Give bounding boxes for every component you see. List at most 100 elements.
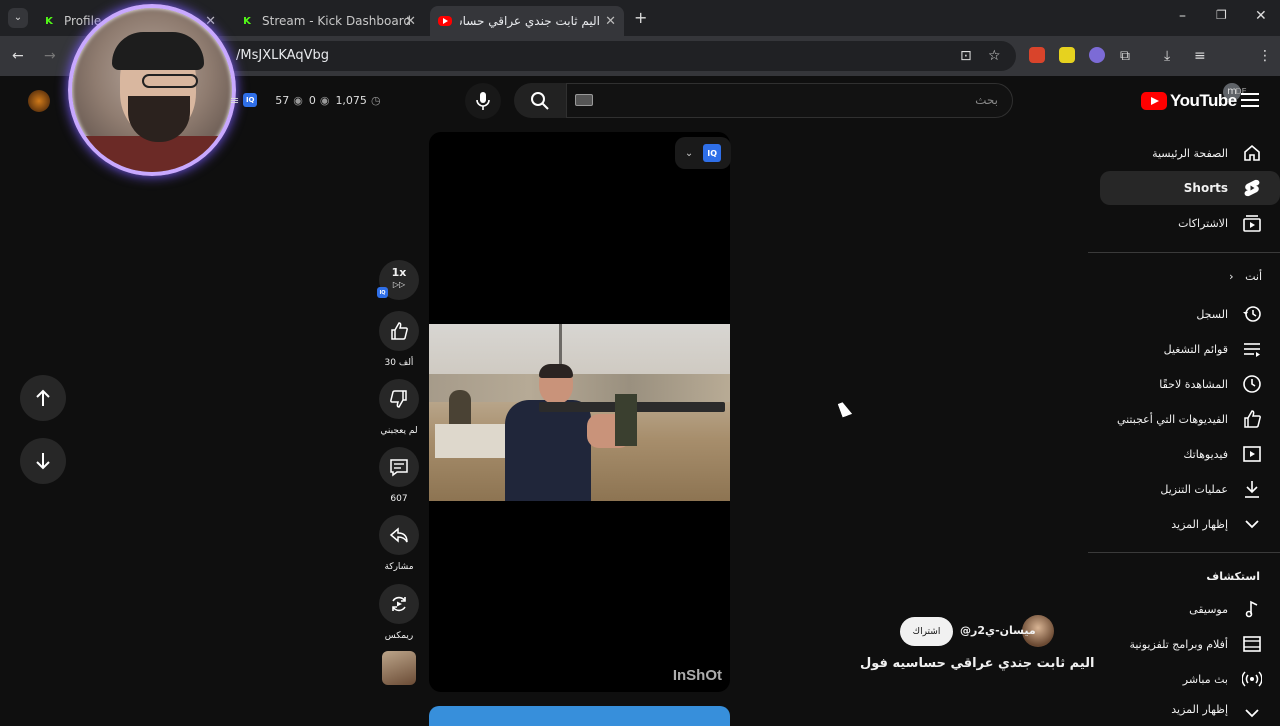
total-count: 1,075 xyxy=(335,93,367,107)
playlists-icon xyxy=(1242,339,1262,359)
tab-search-button[interactable]: ⌄ xyxy=(8,8,28,28)
sidebar-section-you[interactable]: › أنت xyxy=(1200,270,1262,283)
search-input[interactable]: بحث xyxy=(566,83,1013,118)
tab-title: Stream - Kick Dashboard xyxy=(262,14,412,28)
install-app-icon[interactable]: ⊡ xyxy=(960,48,972,64)
new-tab-button[interactable]: + xyxy=(634,8,647,27)
thumbs-up-icon xyxy=(391,322,408,340)
back-icon[interactable]: ← xyxy=(12,48,24,64)
minimize-icon[interactable]: – xyxy=(1179,8,1186,24)
like-count: 30 ألف xyxy=(384,358,414,368)
next-short-button[interactable] xyxy=(20,438,66,484)
chevron-icon: › xyxy=(1229,270,1234,283)
voice-search-button[interactable] xyxy=(465,83,501,119)
channel-name[interactable]: @ميسان-ي2ر xyxy=(960,624,1036,637)
remix-button[interactable] xyxy=(379,584,419,624)
menu-kebab-icon[interactable]: ⋮ xyxy=(1258,48,1272,64)
comments-button[interactable] xyxy=(379,447,419,487)
sidebar-item-label: قوائم التشغيل xyxy=(1163,342,1228,356)
viewer-count: 57 xyxy=(275,93,290,107)
sidebar-item-live[interactable]: بث مباشر xyxy=(1100,662,1280,696)
sidebar-item-label: السجل xyxy=(1196,307,1228,321)
sidebar-item-label: فيديوهاتك xyxy=(1183,447,1228,461)
stream-stats-overlay: ≡ IQ 57 ◉ 0 ◉ 1,075 ◷ xyxy=(230,90,381,110)
share-button[interactable] xyxy=(379,515,419,555)
youtube-play-icon xyxy=(1141,92,1167,110)
sidebar-item-label: الفيديوهات التي أعجبتني xyxy=(1116,412,1228,426)
search-icon xyxy=(531,91,549,110)
sidebar-item-label: إظهار المزيد xyxy=(1171,703,1228,716)
search-placeholder: بحث xyxy=(975,93,998,107)
sidebar-item-watch-later[interactable]: المشاهدة لاحقًا xyxy=(1100,367,1280,401)
guide-menu-icon[interactable] xyxy=(1241,92,1259,108)
section-label: أنت xyxy=(1245,270,1262,283)
sidebar-item-label: أفلام وبرامج تلفزيونية xyxy=(1129,637,1228,651)
dislike-button[interactable] xyxy=(379,379,419,419)
sidebar-item-show-more[interactable]: إظهار المزيد xyxy=(1100,507,1280,541)
tab-youtube-short[interactable]: اليم ثابت جندي عراقي حساس ✕ xyxy=(430,6,624,36)
remix-action: ريمكس xyxy=(379,584,419,641)
channel-logo-icon xyxy=(28,90,50,112)
video-frame xyxy=(429,324,730,501)
forward-icon[interactable]: → xyxy=(44,48,56,64)
sidebar-item-label: موسيقى xyxy=(1189,602,1228,616)
close-icon[interactable]: ✕ xyxy=(605,14,616,29)
arrow-down-icon xyxy=(36,453,50,470)
subscriptions-icon xyxy=(1242,213,1262,233)
comment-icon xyxy=(390,459,408,477)
search-button[interactable] xyxy=(514,83,566,118)
video-watermark: InShOt xyxy=(672,667,722,684)
webcam-overlay xyxy=(68,4,236,176)
sidebar-item-liked-videos[interactable]: الفيديوهات التي أعجبتني xyxy=(1100,402,1280,436)
sidebar-item-label: عمليات التنزيل xyxy=(1160,482,1228,496)
window-close-icon[interactable]: ✕ xyxy=(1255,8,1267,24)
remix-label: ريمكس xyxy=(384,631,414,641)
sidebar-item-music[interactable]: موسيقى xyxy=(1100,592,1280,626)
sidebar-item-label: الصفحة الرئيسية xyxy=(1152,146,1228,160)
sidebar-item-shorts[interactable]: Shorts xyxy=(1100,171,1280,205)
speed-label: 1x xyxy=(391,266,407,279)
sidebar-divider xyxy=(1088,252,1280,253)
download-icon[interactable]: ⤓ xyxy=(1164,48,1170,64)
sidebar-item-history[interactable]: السجل xyxy=(1100,297,1280,331)
shorts-icon xyxy=(1242,178,1262,198)
remix-icon xyxy=(392,596,406,612)
bookmark-star-icon[interactable]: ☆ xyxy=(988,48,1001,64)
eye-icon: ◉ xyxy=(293,93,303,107)
kick-icon: K xyxy=(243,15,251,27)
kick-icon: K xyxy=(45,15,53,27)
extensions-puzzle-icon[interactable]: ⧉ xyxy=(1120,48,1130,64)
sound-thumbnail[interactable] xyxy=(382,651,416,685)
extension-icon[interactable] xyxy=(1089,47,1105,63)
extension-icon[interactable] xyxy=(1029,47,1045,63)
comments-action: 607 xyxy=(379,447,419,504)
keyboard-icon[interactable] xyxy=(575,94,593,106)
live-icon xyxy=(1242,669,1262,689)
tab-title: اليم ثابت جندي عراقي حساس xyxy=(460,14,600,28)
iq-extension-dropdown[interactable]: ⌄ IQ xyxy=(675,137,731,169)
dislike-label: لم يعجبني xyxy=(380,426,418,436)
sidebar-item-movies[interactable]: أفلام وبرامج تلفزيونية xyxy=(1100,627,1280,661)
previous-short-button[interactable] xyxy=(20,375,66,421)
media-control-icon[interactable]: ≡ xyxy=(1194,48,1206,64)
url-text[interactable]: /MsJXLKAqVbg xyxy=(236,48,329,63)
close-icon[interactable]: ✕ xyxy=(405,14,416,29)
extension-icon[interactable] xyxy=(1059,47,1075,63)
sidebar-item-your-videos[interactable]: فيديوهاتك xyxy=(1100,437,1280,471)
tab-stream-dashboard[interactable]: K Stream - Kick Dashboard ✕ xyxy=(232,6,424,36)
subscribe-button[interactable]: اشتراك xyxy=(900,617,953,646)
sidebar-section-explore: استكشاف xyxy=(1206,570,1260,583)
next-short-preview[interactable] xyxy=(429,706,730,726)
playback-speed-button[interactable]: 1x ▷▷ IQ xyxy=(377,260,419,300)
shorts-video-player[interactable]: InShOt xyxy=(429,132,730,692)
maximize-icon[interactable]: ❐ xyxy=(1216,8,1227,22)
sidebar-item-show-more-explore[interactable]: إظهار المزيد xyxy=(1100,697,1280,720)
sidebar-item-downloads[interactable]: عمليات التنزيل xyxy=(1100,472,1280,506)
like-button[interactable] xyxy=(379,311,419,351)
youtube-logo[interactable]: YouTube DE xyxy=(1141,87,1247,111)
iq-icon: IQ xyxy=(243,93,258,107)
sidebar-item-subscriptions[interactable]: الاشتراكات xyxy=(1100,206,1280,240)
thumbs-down-icon xyxy=(390,390,407,408)
sidebar-item-playlists[interactable]: قوائم التشغيل xyxy=(1100,332,1280,366)
sidebar-item-home[interactable]: الصفحة الرئيسية xyxy=(1100,136,1280,170)
